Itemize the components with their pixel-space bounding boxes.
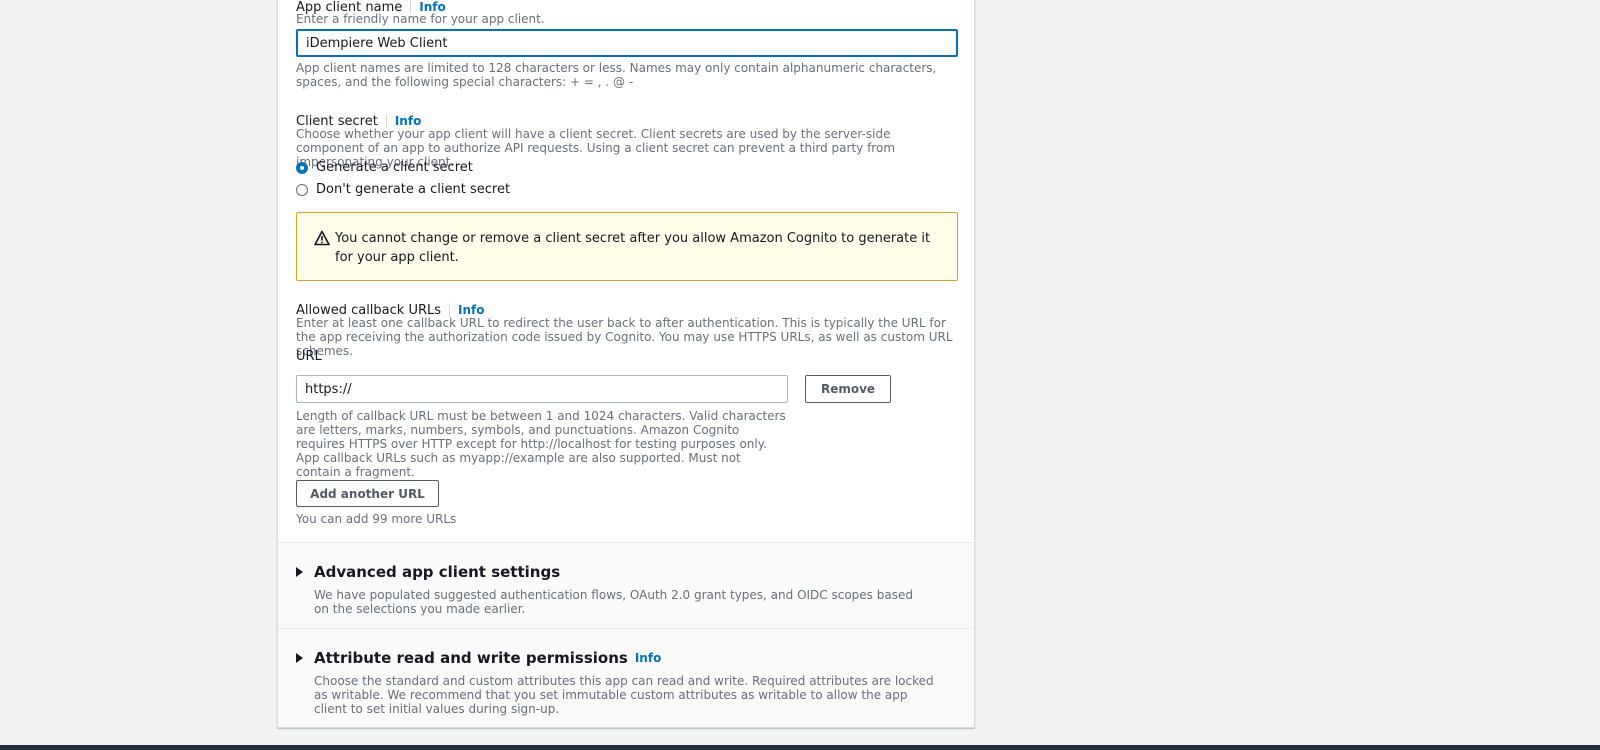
radio-no-secret-control[interactable] xyxy=(296,183,308,196)
app-client-name-input[interactable]: iDempiere Web Client xyxy=(296,29,958,57)
attribute-permissions-toggle[interactable]: Attribute read and write permissions Inf… xyxy=(296,649,661,667)
app-client-name-value: iDempiere Web Client xyxy=(306,35,448,51)
app-client-name-description: Enter a friendly name for your app clien… xyxy=(296,12,545,26)
app-client-name-constraint: App client names are limited to 128 char… xyxy=(296,61,937,89)
attribute-permissions-section: Attribute read and write permissions Inf… xyxy=(278,628,974,727)
advanced-settings-section: Advanced app client settings We have pop… xyxy=(278,542,974,628)
advanced-settings-title: Advanced app client settings xyxy=(314,563,561,581)
callback-url-value: https:// xyxy=(305,381,352,397)
remaining-urls-text: You can add 99 more URLs xyxy=(296,512,457,526)
attribute-permissions-info-link[interactable]: Info xyxy=(635,651,661,665)
bottom-bar xyxy=(0,745,1600,750)
radio-generate-secret-label: Generate a client secret xyxy=(316,160,473,175)
add-another-url-button[interactable]: Add another URL xyxy=(296,480,439,507)
attribute-permissions-title: Attribute read and write permissions xyxy=(314,649,628,667)
radio-generate-secret-control[interactable] xyxy=(296,161,308,174)
radio-no-secret[interactable]: Don't generate a client secret xyxy=(296,182,510,197)
callback-url-input[interactable]: https:// xyxy=(296,375,788,403)
advanced-settings-description: We have populated suggested authenticati… xyxy=(314,588,913,616)
callback-urls-info-link[interactable]: Info xyxy=(458,303,484,317)
callback-urls-description: Enter at least one callback URL to redir… xyxy=(296,316,953,358)
radio-no-secret-label: Don't generate a client secret xyxy=(316,182,511,197)
advanced-settings-toggle[interactable]: Advanced app client settings xyxy=(296,563,560,581)
app-client-panel: App client name Info Enter a friendly nam… xyxy=(277,0,975,728)
caret-right-icon xyxy=(296,653,303,663)
radio-generate-secret[interactable]: Generate a client secret xyxy=(296,160,473,175)
caret-right-icon xyxy=(296,567,303,577)
remove-url-button[interactable]: Remove xyxy=(805,375,891,403)
client-secret-info-link[interactable]: Info xyxy=(395,114,421,128)
client-secret-warning: You cannot change or remove a client sec… xyxy=(296,212,958,281)
warning-icon xyxy=(314,230,330,246)
url-label: URL xyxy=(296,349,322,364)
client-secret-warning-text: You cannot change or remove a client sec… xyxy=(335,231,931,265)
callback-url-constraint: Length of callback URL must be between 1… xyxy=(296,409,786,479)
attribute-permissions-description: Choose the standard and custom attribute… xyxy=(314,674,934,716)
